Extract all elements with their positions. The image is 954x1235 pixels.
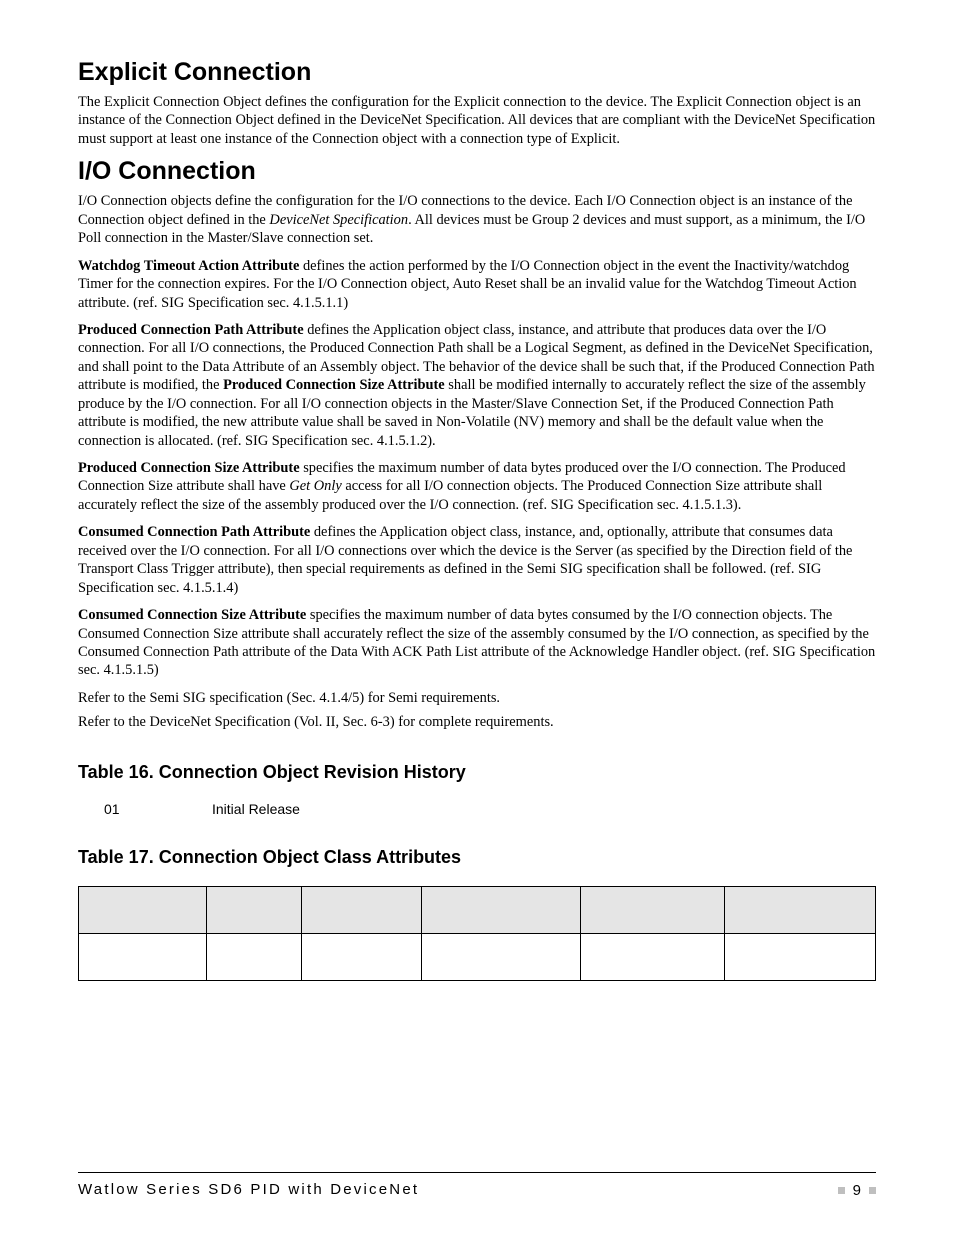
table-cell <box>581 933 724 980</box>
table-17 <box>78 886 876 981</box>
square-icon <box>838 1187 845 1194</box>
revision-number: 01 <box>104 801 212 817</box>
footer-rule <box>78 1172 876 1173</box>
paragraph: The Explicit Connection Object defines t… <box>78 93 876 148</box>
text-bold: Produced Connection Path Attribute <box>78 322 304 338</box>
table-cell <box>79 933 207 980</box>
table-header-row <box>79 886 876 933</box>
text-bold: Produced Connection Size Attribute <box>78 460 300 476</box>
page-footer: Watlow Series SD6 PID with DeviceNet 9 <box>78 1181 876 1199</box>
table-cell <box>206 933 302 980</box>
paragraph: Produced Connection Path Attribute defin… <box>78 321 876 450</box>
table-cell <box>724 933 875 980</box>
footer-title: Watlow Series SD6 PID with DeviceNet <box>78 1181 419 1198</box>
paragraph: Refer to the DeviceNet Specification (Vo… <box>78 713 876 731</box>
table-header-cell <box>421 886 580 933</box>
table-cell <box>302 933 422 980</box>
page-number: 9 <box>853 1182 861 1199</box>
text-italic: DeviceNet Specification <box>269 212 408 228</box>
paragraph: Watchdog Timeout Action Attribute define… <box>78 257 876 312</box>
revision-description: Initial Release <box>212 801 300 817</box>
text-italic: Get Only <box>289 478 341 494</box>
paragraph: I/O Connection objects define the config… <box>78 192 876 247</box>
heading-explicit-connection: Explicit Connection <box>78 58 876 87</box>
revision-row: 01Initial Release <box>104 801 876 817</box>
footer-page-number: 9 <box>838 1182 876 1199</box>
square-icon <box>869 1187 876 1194</box>
paragraph: Produced Connection Size Attribute speci… <box>78 459 876 514</box>
table-row <box>79 933 876 980</box>
table-header-cell <box>581 886 724 933</box>
paragraph: Refer to the Semi SIG specification (Sec… <box>78 689 876 707</box>
table-header-cell <box>206 886 302 933</box>
text-bold: Consumed Connection Size Attribute <box>78 607 306 623</box>
table-header-cell <box>724 886 875 933</box>
paragraph: Consumed Connection Path Attribute defin… <box>78 523 876 597</box>
paragraph: Consumed Connection Size Attribute speci… <box>78 606 876 680</box>
table-16-title: Table 16. Connection Object Revision His… <box>78 762 876 783</box>
table-header-cell <box>79 886 207 933</box>
table-header-cell <box>302 886 422 933</box>
text-bold: Watchdog Timeout Action Attribute <box>78 258 299 274</box>
heading-io-connection: I/O Connection <box>78 157 876 186</box>
table-cell <box>421 933 580 980</box>
document-page: Explicit Connection The Explicit Connect… <box>0 0 954 1235</box>
table-17-title: Table 17. Connection Object Class Attrib… <box>78 847 876 868</box>
text-bold: Consumed Connection Path Attribute <box>78 524 310 540</box>
text-bold: Produced Connection Size Attribute <box>223 377 445 393</box>
